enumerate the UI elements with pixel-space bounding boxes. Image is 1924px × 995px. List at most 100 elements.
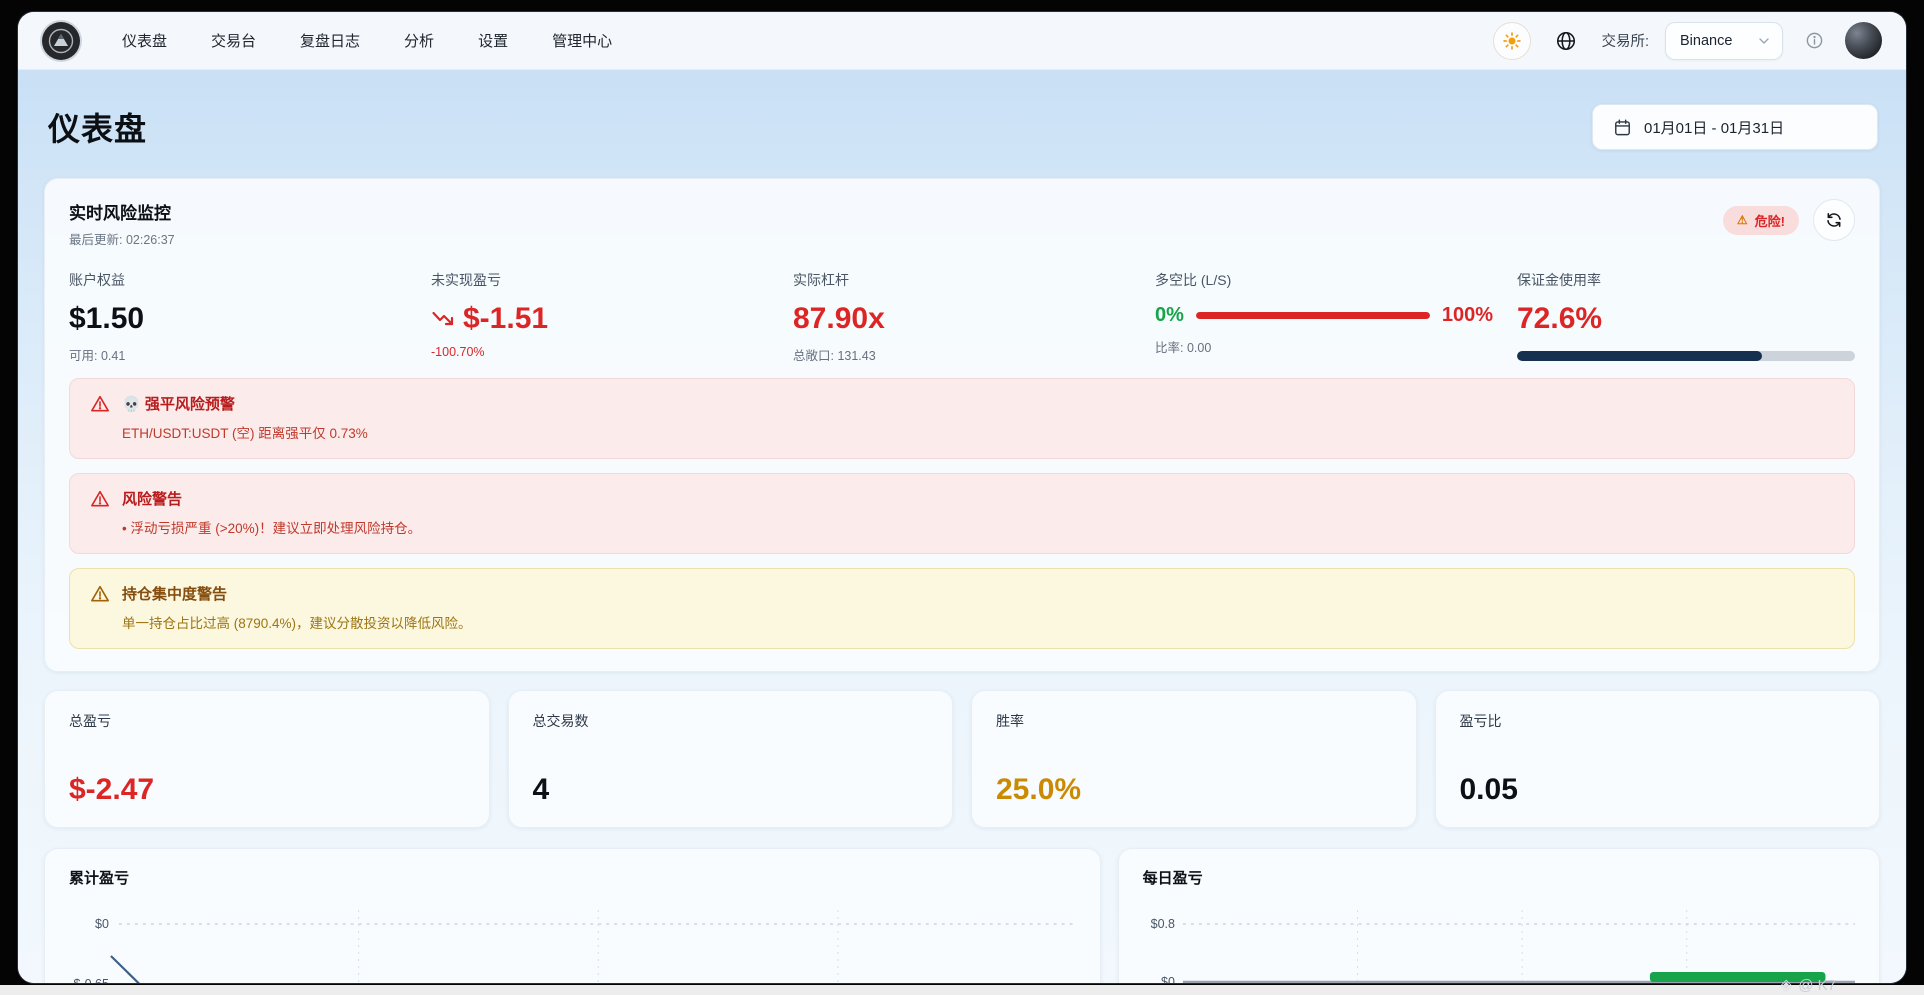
charts-row: 累计盈亏 $0 $-0.65 每日盈亏 <box>44 848 1880 983</box>
cumulative-pnl-card: 累计盈亏 $0 $-0.65 <box>44 848 1101 983</box>
long-percent: 0% <box>1155 304 1184 326</box>
warning-triangle-icon <box>91 585 109 601</box>
metric-label: 实际杠杆 <box>793 272 849 288</box>
top-nav: 仪表盘 交易台 复盘日志 分析 设置 管理中心 交易所: Binance <box>18 12 1906 70</box>
diamond-watermark-icon: ◈ <box>1779 977 1793 994</box>
warning-triangle-icon <box>91 395 109 411</box>
stat-value: 0.05 <box>1459 773 1518 806</box>
alert-title: 💀 强平风险预警 <box>122 396 235 413</box>
warning-emoji-icon: ⚠ <box>1736 213 1748 227</box>
refresh-button[interactable] <box>1813 199 1855 241</box>
cumulative-pnl-chart: $0 $-0.65 <box>74 910 1076 983</box>
nav-item-settings[interactable]: 设置 <box>478 30 508 51</box>
metric-label: 账户权益 <box>69 272 125 288</box>
stat-label: 总交易数 <box>532 713 589 729</box>
calendar-icon <box>1615 119 1630 135</box>
alert-header: 💀 强平风险预警 <box>90 393 1834 414</box>
stat-value: 25.0% <box>996 773 1082 806</box>
sun-icon <box>1503 31 1522 50</box>
stat-label: 总盈亏 <box>69 713 111 729</box>
metric-long-short-ratio: 多空比 (L/S) 0% 100% 比率: 0.00 <box>1155 270 1493 364</box>
alert-title: 风险警告 <box>122 491 183 508</box>
risk-card-title: 实时风险监控 <box>69 204 171 223</box>
nav-right-cluster: 交易所: Binance <box>1493 21 1882 60</box>
stat-label: 盈亏比 <box>1459 713 1502 729</box>
metric-effective-leverage: 实际杠杆 87.90x 总敞口: 131.43 <box>793 270 1131 364</box>
daily-pnl-title: 每日盈亏 <box>1142 870 1203 887</box>
nav-item-dashboard[interactable]: 仪表盘 <box>122 30 167 51</box>
stat-card-win-rate: 胜率 25.0% <box>971 690 1417 828</box>
metric-sub: -100.70% <box>431 345 485 359</box>
margin-usage-fill <box>1517 351 1763 361</box>
metric-label: 保证金使用率 <box>1517 272 1601 288</box>
risk-card-titles: 实时风险监控 最后更新: 02:26:37 <box>69 199 175 248</box>
metric-margin-usage: 保证金使用率 72.6% <box>1517 270 1855 364</box>
stat-label: 胜率 <box>996 713 1024 729</box>
alert-body: • 浮动亏损严重 (>20%)！建议立即处理风险持仓。 <box>122 521 422 536</box>
date-range-label: 01月01日 - 01月31日 <box>1644 119 1785 137</box>
stats-row: 总盈亏 $-2.47 总交易数 4 胜率 25.0% 盈亏比 0.05 <box>44 690 1880 828</box>
ytick-top: $0.8 <box>1150 917 1174 931</box>
cumulative-pnl-title: 累计盈亏 <box>69 870 130 887</box>
watermark: ◈ @ K7 <box>1780 975 1836 995</box>
exchange-label: 交易所: <box>1601 34 1649 50</box>
ytick-zero: $0 <box>1161 975 1175 983</box>
metric-value: $-1.51 <box>431 302 769 335</box>
risk-card-header: 实时风险监控 最后更新: 02:26:37 ⚠ 危险! <box>69 199 1855 248</box>
watermark-text: @ K7 <box>1798 976 1836 994</box>
date-range-button[interactable]: 01月01日 - 01月31日 <box>1592 104 1878 150</box>
alert-header: 风险警告 <box>90 488 1834 509</box>
long-short-bar: 0% 100% <box>1155 304 1493 327</box>
info-button[interactable] <box>1799 26 1829 56</box>
short-fill-bar <box>1195 312 1430 319</box>
nav-item-trading-desk[interactable]: 交易台 <box>211 30 256 51</box>
stat-card-profit-factor: 盈亏比 0.05 <box>1434 690 1880 828</box>
page-header: 仪表盘 01月01日 - 01月31日 <box>44 70 1880 178</box>
metric-value: 87.90x <box>793 302 885 335</box>
stat-value: 4 <box>532 773 550 806</box>
alert-concentration-warning: 持仓集中度警告 单一持仓占比过高 (8790.4%)，建议分散投资以降低风险。 <box>69 568 1855 649</box>
metric-sub: 总敞口: 131.43 <box>793 349 876 363</box>
page-title: 仪表盘 <box>48 111 148 147</box>
daily-pnl-chart: $0.8 $0 <box>1150 910 1855 983</box>
alert-body: ETH/USDT:USDT (空) 距离强平仅 0.73% <box>122 426 368 441</box>
brand-logo-icon[interactable] <box>42 21 80 60</box>
risk-last-update: 最后更新: 02:26:37 <box>69 233 175 247</box>
danger-badge-label: 危险! <box>1754 213 1785 229</box>
ytick-zero: $0 <box>95 917 109 931</box>
metric-label: 多空比 (L/S) <box>1155 272 1232 288</box>
exchange-select[interactable]: Binance <box>1665 21 1783 60</box>
metric-value: 72.6% <box>1517 302 1603 335</box>
chevron-down-icon <box>1759 37 1769 44</box>
exchange-select-value: Binance <box>1680 32 1733 49</box>
long-short-track <box>1195 312 1430 319</box>
alert-liquidation-risk: 💀 强平风险预警 ETH/USDT:USDT (空) 距离强平仅 0.73% <box>69 378 1855 459</box>
margin-usage-track <box>1517 351 1855 361</box>
alert-header: 持仓集中度警告 <box>90 583 1834 604</box>
nav-item-analysis[interactable]: 分析 <box>404 30 434 51</box>
alert-title: 持仓集中度警告 <box>122 586 228 603</box>
metric-sub: 比率: 0.00 <box>1155 341 1212 355</box>
nav-item-review-log[interactable]: 复盘日志 <box>300 30 360 51</box>
mountain-logo-icon <box>48 28 74 53</box>
metric-label: 未实现盈亏 <box>431 272 501 288</box>
pnl-line <box>110 955 140 983</box>
info-icon <box>1806 32 1822 49</box>
user-avatar[interactable] <box>1845 22 1882 59</box>
nav-item-admin-center[interactable]: 管理中心 <box>552 30 612 51</box>
risk-header-actions: ⚠ 危险! <box>1722 199 1855 241</box>
nav-menu: 仪表盘 交易台 复盘日志 分析 设置 管理中心 <box>122 30 612 51</box>
metric-value: $1.50 <box>69 302 145 335</box>
danger-status-badge: ⚠ 危险! <box>1722 205 1799 235</box>
refresh-icon <box>1827 213 1841 227</box>
trend-down-icon <box>432 311 454 325</box>
alert-body: 单一持仓占比过高 (8790.4%)，建议分散投资以降低风险。 <box>122 616 472 631</box>
risk-metrics-row: 账户权益 $1.50 可用: 0.41 未实现盈亏 $-1.51 -100.70… <box>69 270 1855 364</box>
metric-unrealized-pnl: 未实现盈亏 $-1.51 -100.70% <box>431 270 769 364</box>
warning-triangle-icon <box>91 490 109 506</box>
globe-icon <box>1557 31 1576 50</box>
main-content: 仪表盘 01月01日 - 01月31日 实时风险监控 最后更新: 02:26:3… <box>18 70 1906 983</box>
alert-risk-warning: 风险警告 • 浮动亏损严重 (>20%)！建议立即处理风险持仓。 <box>69 473 1855 554</box>
theme-toggle-button[interactable] <box>1493 21 1532 60</box>
language-button[interactable] <box>1547 22 1585 60</box>
